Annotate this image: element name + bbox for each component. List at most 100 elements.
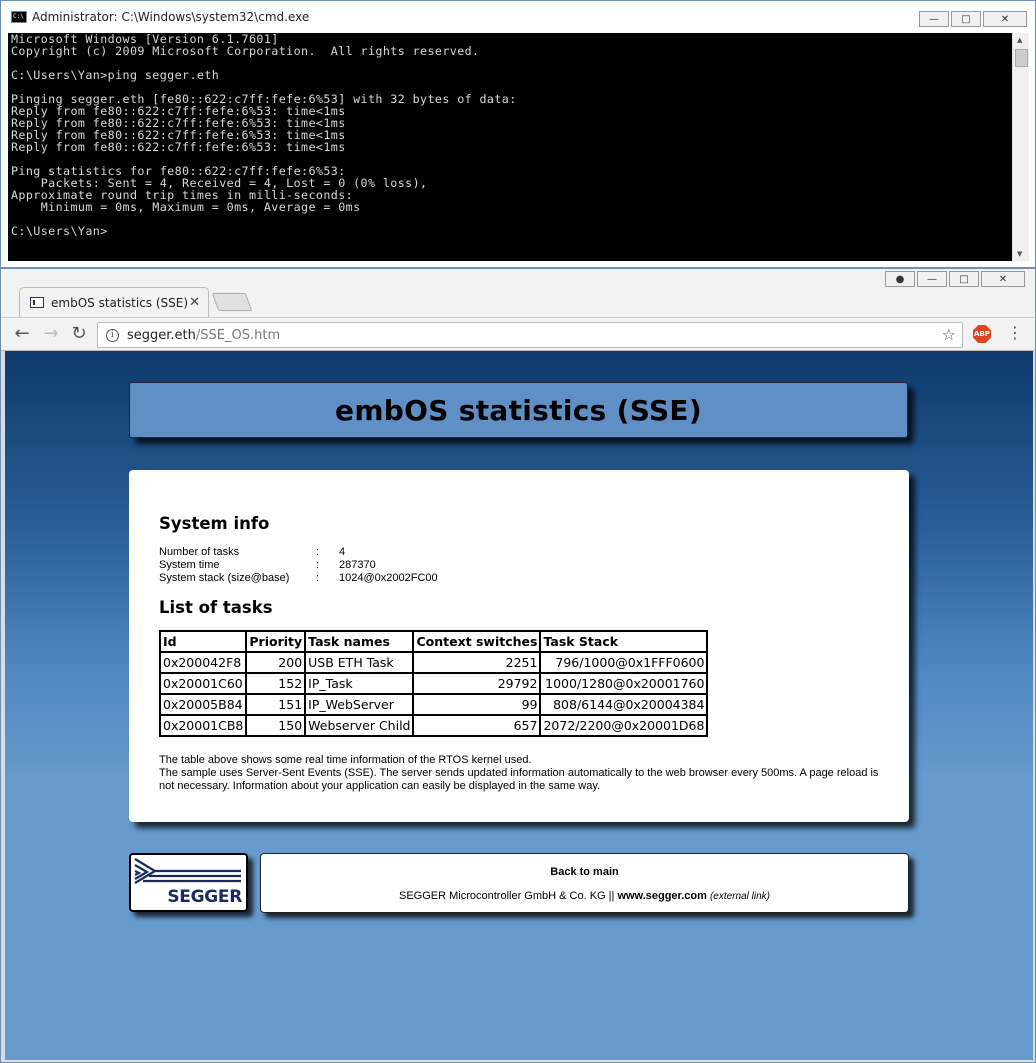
close-icon[interactable]: ✕	[981, 271, 1025, 287]
column-header: Task names	[304, 630, 415, 653]
system-info-value: 1024@0x2002FC00	[339, 572, 438, 584]
cmd-window: Administrator: C:\Windows\system32\cmd.e…	[0, 0, 1036, 268]
content-panel: System info Number of tasks : 4 System t…	[129, 470, 909, 822]
task-cell: 0x20001C60	[158, 672, 248, 695]
forward-arrow-icon[interactable]: →	[40, 323, 62, 344]
info-icon[interactable]: i	[106, 328, 119, 342]
column-header: Priority	[245, 630, 307, 653]
task-cell: 150	[245, 714, 307, 737]
task-cell: 99	[412, 693, 542, 716]
cmd-scrollbar[interactable]: ▲ ▼	[1012, 33, 1029, 261]
system-info-sep: :	[316, 546, 320, 558]
task-row: 0x200042F8 200 USB ETH Task 2251 796/1000@0x…	[158, 651, 709, 674]
column-header: Task Stack	[539, 630, 709, 653]
description-line: The table above shows some real time inf…	[159, 754, 532, 766]
address-bar[interactable]: i segger.eth/SSE_OS.htm ☆	[97, 322, 963, 348]
segger-logo[interactable]: SEGGER	[129, 853, 248, 912]
cmd-console[interactable]: Microsoft Windows [Version 6.1.7601] Copy…	[8, 33, 1012, 261]
cmd-line: C:\Users\Yan>ping segger.eth	[11, 68, 220, 82]
task-cell: 200	[245, 651, 307, 674]
back-to-main-link[interactable]: Back to main	[261, 866, 908, 878]
url-host: segger.eth	[127, 327, 196, 343]
task-cell: IP_Task	[304, 672, 415, 695]
page-viewport: embOS statistics (SSE) System info Numbe…	[5, 351, 1033, 1060]
task-cell: Webserver Child	[304, 714, 415, 737]
system-info-key: System time	[159, 559, 220, 571]
profile-icon[interactable]: ●	[885, 271, 915, 287]
page-title-banner: embOS statistics (SSE)	[129, 382, 908, 438]
external-link-note: (external link)	[709, 891, 770, 902]
task-table-header: Id Priority Task names Context switches …	[158, 630, 709, 653]
system-info-row: Number of tasks : 4	[159, 546, 879, 559]
task-cell: 2072/2200@0x20001D68	[539, 714, 709, 737]
system-info-value: 287370	[339, 559, 376, 571]
close-icon[interactable]: ✕	[983, 11, 1027, 27]
cmd-line: C:\Users\Yan>	[11, 224, 108, 238]
system-info-sep: :	[316, 559, 320, 571]
task-table: Id Priority Task names Context switches …	[158, 630, 709, 737]
column-header: Id	[158, 630, 248, 653]
system-info-key: System stack (size@base)	[159, 572, 290, 584]
maximize-icon[interactable]: □	[949, 271, 979, 287]
system-info-row: System time : 287370	[159, 559, 879, 572]
task-table-body: 0x200042F8 200 USB ETH Task 2251 796/1000@0x…	[158, 651, 709, 737]
scroll-up-icon[interactable]: ▲	[1017, 36, 1022, 44]
task-row: 0x20001C60 152 IP_Task 29792 1000/1280@0x200…	[158, 672, 709, 695]
task-cell: 29792	[412, 672, 542, 695]
segger-favicon-icon	[30, 297, 44, 308]
cmd-app-icon	[11, 11, 27, 23]
system-info-sep: :	[316, 572, 320, 584]
task-row: 0x20001CB8 150 Webserver Child 657 2072/2200…	[158, 714, 709, 737]
browser-chrome: ● — □ ✕ embOS statistics (SSE) ✕ ← → ↻ i…	[1, 269, 1035, 351]
task-cell: 0x20005B84	[158, 693, 248, 716]
scroll-thumb[interactable]	[1015, 49, 1028, 67]
task-cell: 2251	[412, 651, 542, 674]
cmd-line: Copyright (c) 2009 Microsoft Corporation…	[11, 44, 480, 58]
cmd-title: Administrator: C:\Windows\system32\cmd.e…	[32, 10, 310, 24]
task-cell: 657	[412, 714, 542, 737]
task-cell: 0x200042F8	[158, 651, 248, 674]
url-path: /SSE_OS.htm	[195, 327, 281, 343]
adblock-plus-icon[interactable]: ABP	[973, 325, 991, 343]
task-cell: 151	[245, 693, 307, 716]
task-list-heading: List of tasks	[159, 598, 273, 617]
tab-close-icon[interactable]: ✕	[189, 295, 200, 310]
back-arrow-icon[interactable]: ←	[11, 323, 33, 344]
cmd-window-controls: — □ ✕	[919, 11, 1027, 27]
logo-text: SEGGER	[167, 887, 242, 907]
browser-window: ● — □ ✕ embOS statistics (SSE) ✕ ← → ↻ i…	[0, 268, 1036, 1063]
cmd-line	[11, 213, 1012, 225]
cmd-titlebar[interactable]: Administrator: C:\Windows\system32\cmd.e…	[1, 1, 1035, 33]
page-title: embOS statistics (SSE)	[335, 393, 702, 427]
menu-dots-icon[interactable]: ⋮	[1007, 323, 1023, 342]
browser-toolbar: ← → ↻ i segger.eth/SSE_OS.htm ☆ ABP ⋮	[1, 317, 1035, 351]
footer-panel: Back to main SEGGER Microcontroller GmbH…	[260, 853, 909, 913]
reload-icon[interactable]: ↻	[68, 323, 90, 344]
cmd-line: Reply from fe80::622:c7ff:fefe:6%53: tim…	[11, 140, 346, 154]
scroll-down-icon[interactable]: ▼	[1017, 250, 1022, 258]
system-info-list: Number of tasks : 4 System time : 287370…	[159, 546, 879, 585]
task-cell: 0x20001CB8	[158, 714, 248, 737]
system-info-row: System stack (size@base) : 1024@0x2002FC…	[159, 572, 879, 585]
bookmark-star-icon[interactable]: ☆	[942, 325, 956, 344]
minimize-icon[interactable]: —	[917, 271, 947, 287]
task-cell: IP_WebServer	[304, 693, 415, 716]
new-tab-button[interactable]	[211, 293, 253, 311]
task-cell: USB ETH Task	[304, 651, 415, 674]
tab-title: embOS statistics (SSE)	[51, 295, 189, 310]
segger-website-link[interactable]: www.segger.com	[617, 890, 706, 902]
description: The table above shows some real time inf…	[159, 754, 879, 793]
cmd-line: Minimum = 0ms, Maximum = 0ms, Average = …	[11, 200, 361, 214]
minimize-icon[interactable]: —	[919, 11, 949, 27]
system-info-key: Number of tasks	[159, 546, 240, 558]
task-cell: 152	[245, 672, 307, 695]
system-info-value: 4	[339, 546, 346, 558]
footer-company: SEGGER Microcontroller GmbH & Co. KG ||	[398, 890, 615, 902]
tab-embos-statistics[interactable]: embOS statistics (SSE) ✕	[19, 287, 209, 317]
task-cell: 1000/1280@0x20001760	[539, 672, 709, 695]
system-info-heading: System info	[159, 514, 270, 533]
maximize-icon[interactable]: □	[951, 11, 981, 27]
task-cell: 796/1000@0x1FFF0600	[539, 651, 709, 674]
cmd-output: Microsoft Windows [Version 6.1.7601] Copy…	[8, 33, 1012, 237]
description-line: The sample uses Server-Sent Events (SSE)…	[159, 767, 879, 792]
